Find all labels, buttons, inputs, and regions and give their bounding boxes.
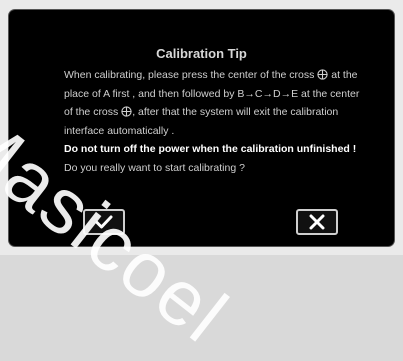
cancel-button[interactable]	[296, 209, 338, 235]
arrow-icon: →	[280, 87, 292, 100]
message-text: E at the center	[291, 87, 360, 100]
crosshair-icon	[121, 106, 132, 117]
x-icon	[309, 214, 325, 230]
message-line-2: place of A first , and then followed by …	[64, 85, 384, 104]
message-text: D	[272, 87, 281, 100]
calibration-dialog: Calibration Tip When calibrating, please…	[9, 10, 394, 246]
message-line-1: When calibrating, please press the cente…	[64, 66, 384, 85]
confirm-question: Do you really want to start calibrating …	[64, 161, 245, 174]
checkmark-icon	[95, 215, 113, 229]
message-text: When calibrating, please press the cente…	[64, 69, 315, 81]
arrow-icon: →	[262, 87, 273, 100]
confirm-button[interactable]	[83, 209, 125, 235]
dialog-title: Calibration Tip	[156, 46, 247, 61]
message-text: , after that the system will exit the ca…	[132, 106, 339, 118]
message-text: at the	[331, 69, 358, 81]
message-line-4: interface automatically .	[64, 124, 175, 137]
message-text: of the cross	[64, 106, 119, 118]
screen: Calibration Tip When calibrating, please…	[0, 0, 403, 359]
warning-text: Do not turn off the power when the calib…	[64, 143, 357, 155]
crosshair-icon	[317, 69, 328, 80]
message-text: place of A first , and then followed by …	[64, 87, 245, 100]
dialog-message: When calibrating, please press the cente…	[64, 66, 384, 177]
arrow-icon: →	[244, 87, 255, 100]
message-line-3: of the cross , after that the system wil…	[64, 103, 384, 122]
